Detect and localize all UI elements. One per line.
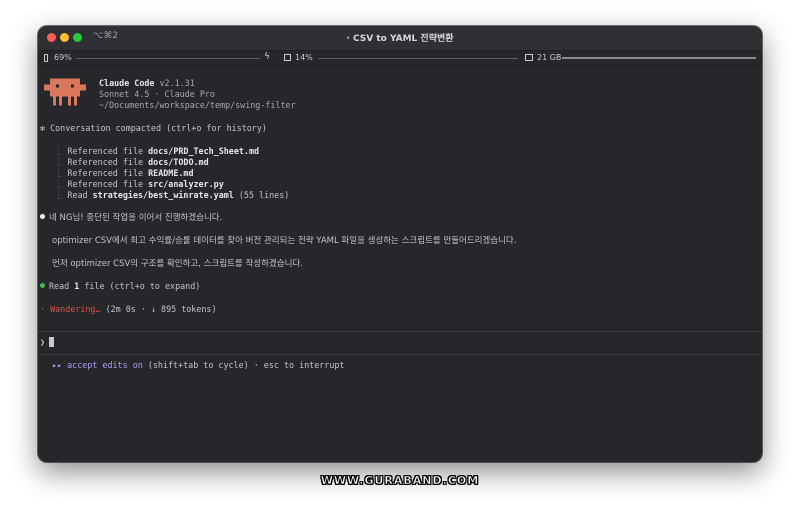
cpu-value: 14% [295, 53, 313, 62]
reference-target: README.md [148, 168, 194, 178]
reference-prefix: Referenced file [67, 168, 144, 178]
mode-arrows-icon: ▸▸ [52, 360, 63, 370]
assistant-message: 네 NG님! 중단된 작업을 이어서 진행하겠습니다. [40, 213, 222, 224]
reference-line: ⎿ Read strategies/best_winrate.yaml (55 … [54, 190, 289, 201]
reference-suffix: (55 lines) [238, 190, 290, 200]
success-dot-icon [40, 283, 45, 288]
disk-value: 21 GB [537, 53, 562, 62]
title-prefix: · [346, 34, 350, 44]
compacted-text: Conversation compacted (ctrl+o for histo… [50, 123, 267, 133]
reference-target: docs/PRD_Tech_Sheet.md [148, 146, 260, 156]
mode-footer[interactable]: ▸▸ accept edits on (shift+tab to cycle) … [52, 360, 344, 371]
branch-icon: ⎿ [54, 168, 63, 178]
claude-mascot-icon [44, 78, 86, 106]
tool-call-suffix: file (ctrl+o to expand) [84, 281, 201, 291]
bullet-icon [40, 214, 45, 219]
battery-icon [44, 54, 48, 62]
prompt-bottom-divider [38, 354, 762, 355]
cpu-icon [284, 54, 291, 61]
progress-marker: · [40, 304, 46, 314]
reference-target: src/analyzer.py [148, 179, 224, 189]
tool-call-prefix: Read [49, 281, 70, 291]
prompt-top-divider [38, 331, 762, 332]
reference-target: docs/TODO.md [148, 157, 209, 167]
message-text: 네 NG님! 중단된 작업을 이어서 진행하겠습니다. [49, 213, 223, 223]
title-bar: ⌥⌘2 · CSV to YAML 전략변환 [38, 26, 762, 51]
progress-status: · Wandering… (2m 0s · ↓ 895 tokens) [40, 304, 217, 315]
status-bar: 69% ϟ 14% 21 GB [38, 51, 762, 66]
window-title: · CSV to YAML 전략변환 [38, 31, 762, 44]
app-name: Claude Code [99, 78, 155, 88]
tool-call-count: 1 [74, 281, 80, 291]
reference-prefix: Referenced file [67, 157, 144, 167]
text-cursor [49, 337, 55, 347]
working-directory: ~/Documents/workspace/temp/swing-filter [99, 100, 296, 110]
battery-sparkline [76, 58, 260, 59]
reference-line: ⎿ Referenced file docs/TODO.md [54, 157, 209, 168]
compacted-notice: ✻ Conversation compacted (ctrl+o for his… [40, 123, 267, 134]
progress-verb: Wandering… [50, 304, 101, 314]
accept-edits-mode[interactable]: accept edits on [67, 360, 143, 370]
sparkle-icon: ✻ [40, 123, 46, 133]
reference-line: ⎿ Referenced file README.md [54, 168, 194, 179]
terminal-content[interactable]: Claude Code v2.1.31 Sonnet 4.5 · Claude … [38, 66, 762, 462]
branch-icon: ⎿ [54, 157, 63, 167]
reference-line: ⎿ Referenced file docs/PRD_Tech_Sheet.md [54, 146, 259, 157]
disk-icon [525, 54, 533, 61]
cpu-sparkline [318, 58, 518, 59]
branch-icon: ⎿ [54, 146, 63, 156]
footer-hint: (shift+tab to cycle) · esc to interrupt [147, 360, 345, 370]
terminal-window: ⌥⌘2 · CSV to YAML 전략변환 69% ϟ 14% 21 GB C… [38, 26, 762, 462]
reference-prefix: Referenced file [67, 179, 144, 189]
reference-line: ⎿ Referenced file src/analyzer.py [54, 179, 224, 190]
branch-icon: ⎿ [54, 190, 63, 200]
assistant-message: 먼저 optimizer CSV의 구조를 확인하고, 스크립트를 작성하겠습니… [52, 259, 303, 269]
bolt-icon: ϟ [264, 52, 270, 62]
battery-value: 69% [54, 53, 72, 62]
app-version: v2.1.31 [159, 78, 195, 88]
assistant-message: optimizer CSV에서 최고 수익률/승률 데이터를 찾아 버전 관리되… [52, 236, 517, 246]
branch-icon: ⎿ [54, 179, 63, 189]
prompt-input[interactable]: ❯ [40, 337, 55, 348]
model-info: Sonnet 4.5 · Claude Pro [99, 89, 215, 99]
progress-detail: (2m 0s · ↓ 895 tokens) [105, 304, 217, 314]
site-watermark: WWW.GURABAND.COM [320, 474, 480, 488]
reference-prefix: Referenced file [67, 146, 144, 156]
banner-title: Claude Code v2.1.31 [99, 78, 195, 89]
title-text: CSV to YAML 전략변환 [353, 34, 454, 44]
prompt-chevron-icon: ❯ [40, 337, 46, 347]
disk-sparkline [562, 57, 756, 59]
tool-call[interactable]: Read 1 file (ctrl+o to expand) [40, 281, 200, 292]
reference-prefix: Read [67, 190, 88, 200]
reference-target: strategies/best_winrate.yaml [92, 190, 234, 200]
